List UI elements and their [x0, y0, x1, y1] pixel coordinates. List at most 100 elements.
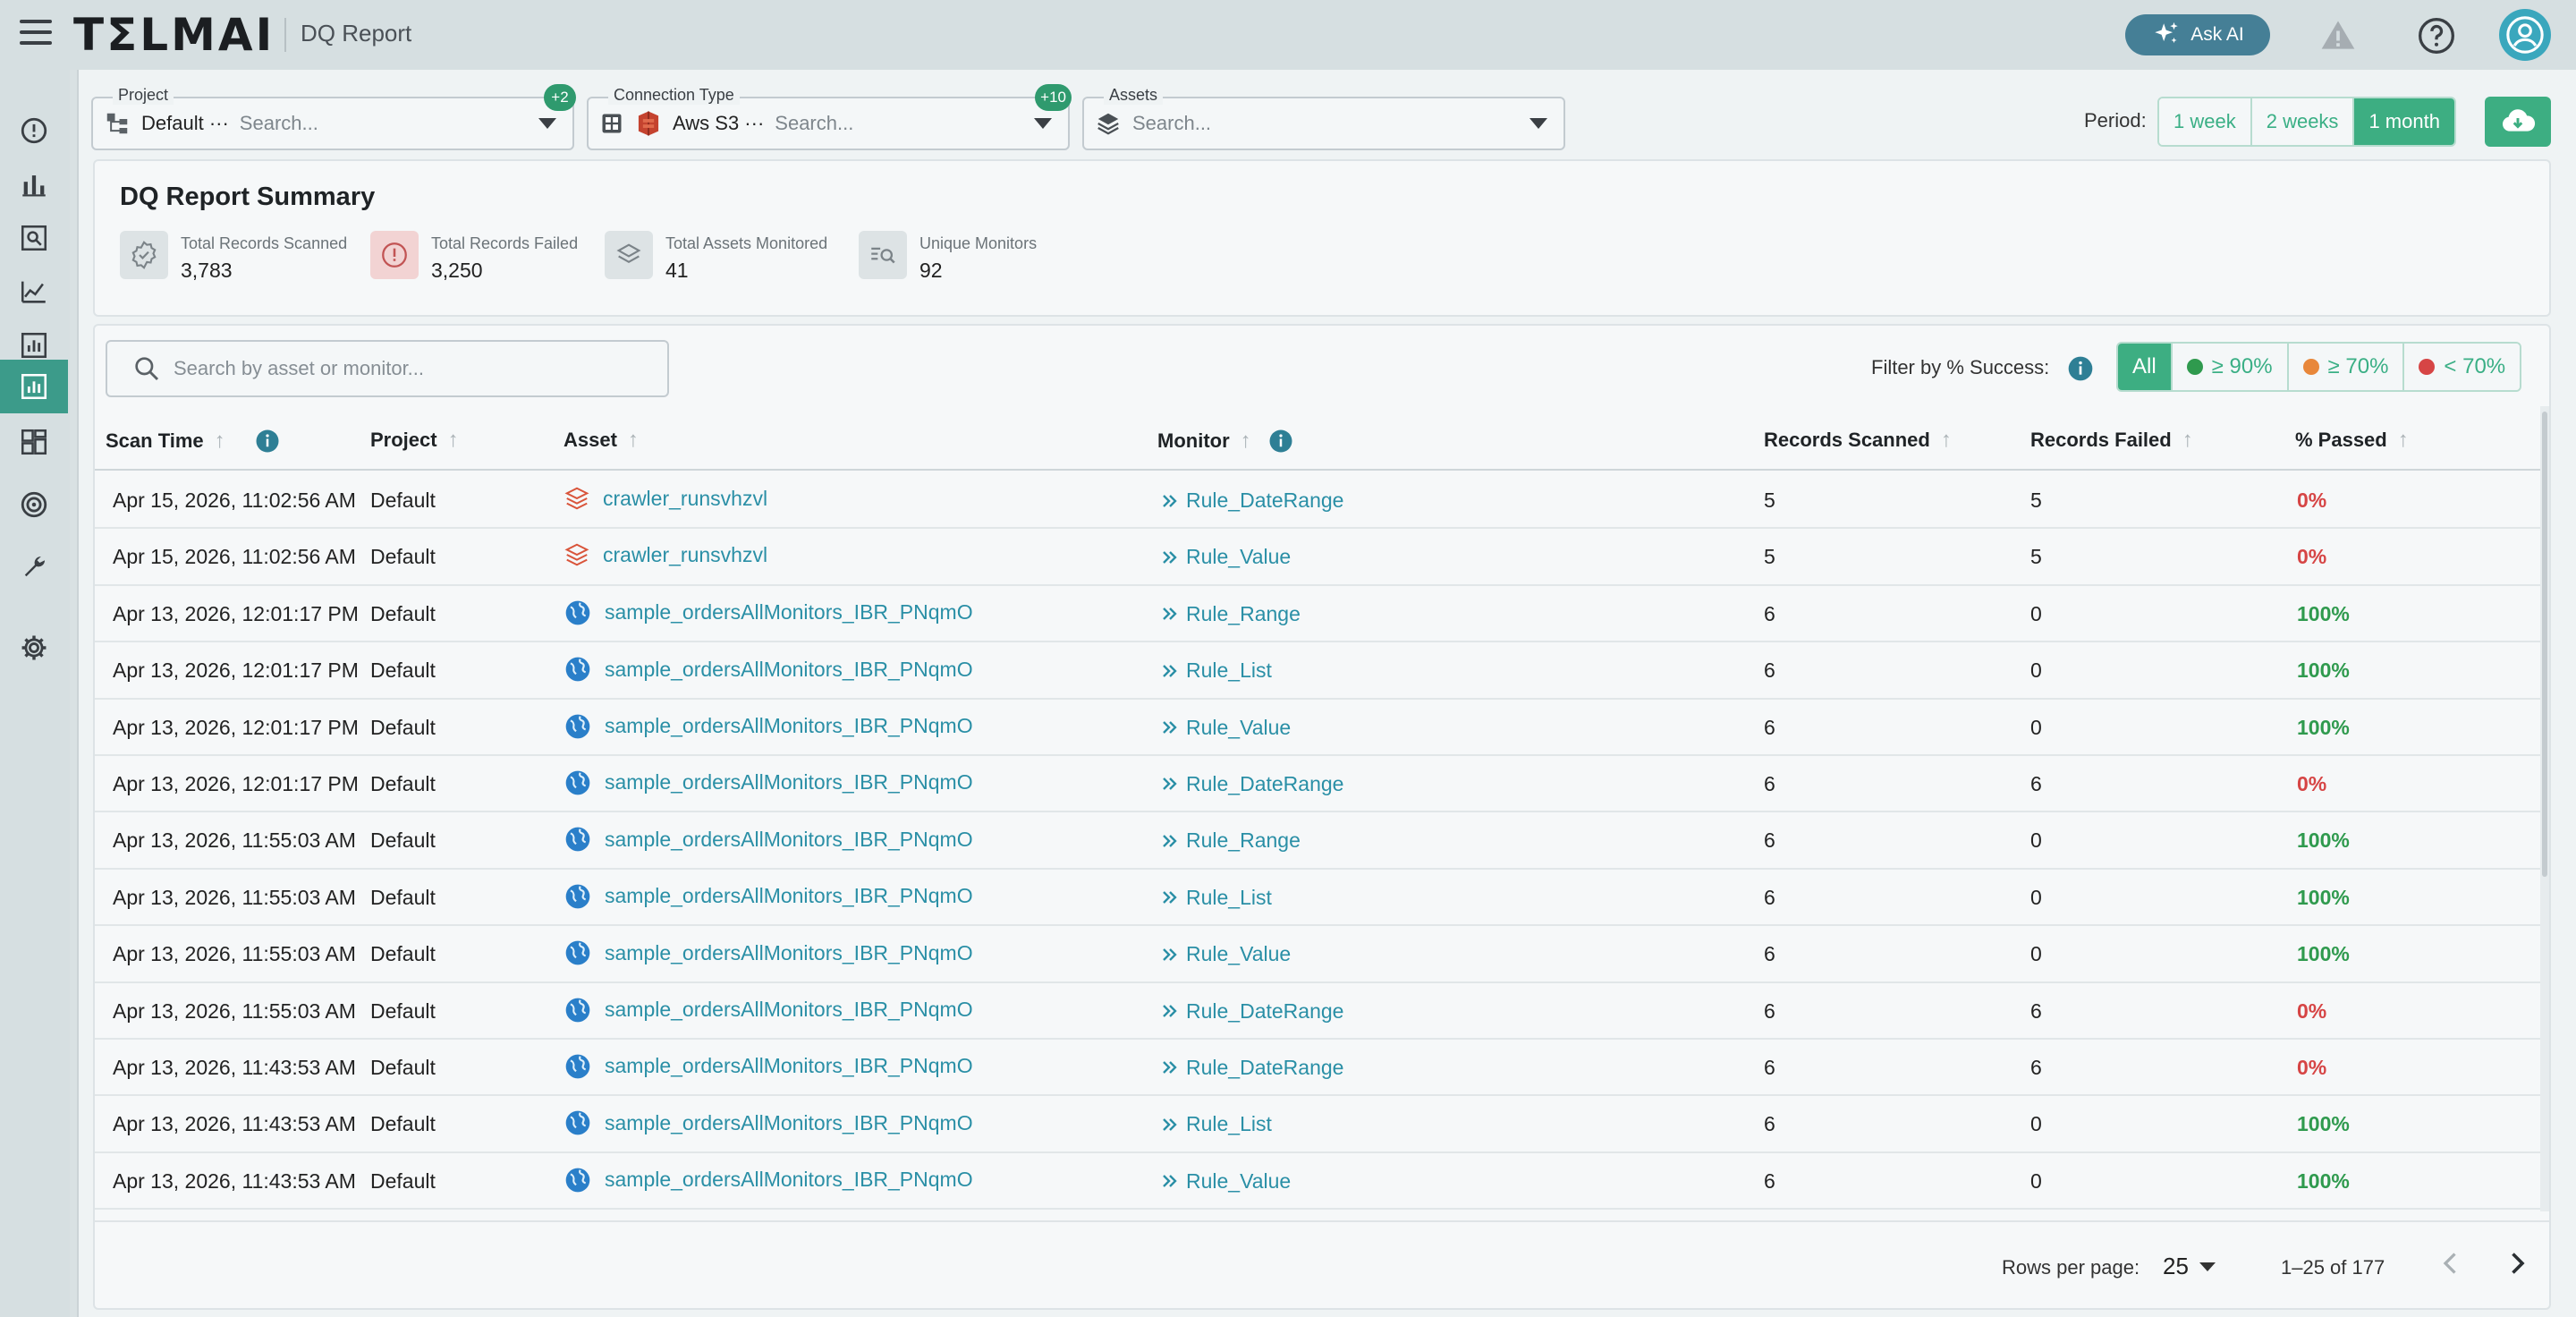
sidebar-item-settings[interactable] [0, 621, 68, 675]
sidebar-item-investigate[interactable] [0, 211, 68, 265]
table-row[interactable]: Apr 13, 2026, 12:01:17 PM Default sample_o… [95, 586, 2549, 643]
cell-asset[interactable]: sample_ordersAllMonitors_IBR_PNqmO [564, 825, 973, 854]
warning-icon[interactable] [2318, 16, 2358, 55]
cell-asset[interactable]: sample_ordersAllMonitors_IBR_PNqmO [564, 882, 973, 911]
chevron-down-icon[interactable] [538, 118, 556, 129]
asset-link[interactable]: sample_ordersAllMonitors_IBR_PNqmO [605, 658, 973, 682]
sidebar-item-trends[interactable] [0, 265, 68, 319]
ask-ai-button[interactable]: Ask AI [2125, 14, 2270, 55]
column-percent-passed[interactable]: % Passed ↑ [2295, 428, 2409, 453]
period-2-weeks[interactable]: 2 weeks [2251, 98, 2355, 145]
cell-asset[interactable]: sample_ordersAllMonitors_IBR_PNqmO [564, 996, 973, 1024]
table-row[interactable]: Apr 15, 2026, 11:02:56 AM Default crawler_… [95, 472, 2549, 530]
assets-filter-search[interactable]: Search... [1132, 112, 1211, 135]
table-row[interactable]: Apr 15, 2026, 11:02:56 AM Default crawler_… [95, 529, 2549, 586]
sidebar-item-alerts[interactable] [0, 104, 68, 157]
monitor-link[interactable]: Rule_DateRange [1186, 489, 1343, 513]
cell-monitor[interactable]: Rule_Range [1159, 602, 1301, 626]
period-1-week[interactable]: 1 week [2159, 98, 2252, 145]
cell-asset[interactable]: sample_ordersAllMonitors_IBR_PNqmO [564, 1166, 973, 1194]
column-asset[interactable]: Asset ↑ [564, 428, 639, 453]
monitor-link[interactable]: Rule_DateRange [1186, 1056, 1343, 1080]
cell-monitor[interactable]: Rule_Value [1159, 1169, 1291, 1194]
cell-asset[interactable]: crawler_runsvhzvl [564, 485, 767, 512]
connection-type-search[interactable]: Search... [775, 112, 853, 135]
cell-asset[interactable]: sample_ordersAllMonitors_IBR_PNqmO [564, 599, 973, 627]
cell-monitor[interactable]: Rule_List [1159, 658, 1272, 683]
sort-arrow-icon[interactable]: ↑ [2398, 428, 2409, 453]
table-search[interactable] [106, 340, 669, 397]
column-project[interactable]: Project ↑ [370, 428, 459, 453]
cell-monitor[interactable]: Rule_List [1159, 1112, 1272, 1136]
column-records-scanned[interactable]: Records Scanned ↑ [1764, 428, 1952, 453]
table-row[interactable]: Apr 13, 2026, 11:43:53 AM Default sample_o… [95, 1096, 2549, 1153]
assets-filter[interactable]: Assets Search... [1082, 86, 1565, 150]
asset-link[interactable]: sample_ordersAllMonitors_IBR_PNqmO [605, 770, 973, 794]
cell-asset[interactable]: sample_ordersAllMonitors_IBR_PNqmO [564, 655, 973, 684]
cell-monitor[interactable]: Rule_DateRange [1159, 772, 1343, 796]
monitor-link[interactable]: Rule_DateRange [1186, 772, 1343, 796]
previous-page-button[interactable] [2435, 1247, 2467, 1284]
sidebar-item-dq-report[interactable] [0, 360, 68, 413]
sort-arrow-icon[interactable]: ↑ [2182, 428, 2193, 453]
monitor-link[interactable]: Rule_Value [1186, 1169, 1291, 1194]
project-filter[interactable]: Project +2 Default ··· Search... [91, 84, 576, 150]
table-row[interactable]: Apr 13, 2026, 12:01:17 PM Default sample_o… [95, 700, 2549, 756]
rows-per-page-select[interactable]: 25 [2163, 1253, 2216, 1280]
filter-under-70[interactable]: < 70% [2404, 344, 2521, 390]
chevron-down-icon[interactable] [1034, 118, 1052, 129]
info-icon[interactable] [254, 428, 281, 455]
asset-link[interactable]: sample_ordersAllMonitors_IBR_PNqmO [605, 1054, 973, 1078]
period-1-month[interactable]: 1 month [2354, 98, 2454, 145]
asset-link[interactable]: sample_ordersAllMonitors_IBR_PNqmO [605, 714, 973, 738]
monitor-link[interactable]: Rule_DateRange [1186, 999, 1343, 1024]
download-button[interactable] [2485, 97, 2551, 147]
asset-link[interactable]: sample_ordersAllMonitors_IBR_PNqmO [605, 998, 973, 1022]
table-row[interactable]: Apr 13, 2026, 11:43:53 AM Default sample_o… [95, 1153, 2549, 1211]
table-scrollbar-thumb[interactable] [2542, 412, 2547, 877]
sort-arrow-icon[interactable]: ↑ [628, 428, 639, 453]
monitor-link[interactable]: Rule_List [1186, 1112, 1272, 1136]
sort-arrow-icon[interactable]: ↑ [448, 428, 459, 453]
monitor-link[interactable]: Rule_List [1186, 886, 1272, 910]
asset-link[interactable]: sample_ordersAllMonitors_IBR_PNqmO [605, 1168, 973, 1192]
app-logo[interactable]: TΣLMAI [73, 9, 275, 61]
cell-asset[interactable]: sample_ordersAllMonitors_IBR_PNqmO [564, 712, 973, 741]
monitor-link[interactable]: Rule_Range [1186, 602, 1301, 626]
cell-monitor[interactable]: Rule_Range [1159, 828, 1301, 853]
table-row[interactable]: Apr 13, 2026, 11:55:03 AM Default sample_o… [95, 926, 2549, 983]
column-scan-time[interactable]: Scan Time ↑ [106, 428, 281, 455]
cell-asset[interactable]: sample_ordersAllMonitors_IBR_PNqmO [564, 1109, 973, 1137]
cell-monitor[interactable]: Rule_Value [1159, 942, 1291, 966]
table-row[interactable]: Apr 13, 2026, 12:01:17 PM Default sample_o… [95, 756, 2549, 813]
sort-arrow-icon[interactable]: ↑ [215, 429, 225, 454]
sidebar-item-analytics[interactable] [0, 157, 68, 211]
info-icon[interactable] [1267, 428, 1294, 455]
sidebar-item-tools[interactable] [0, 540, 68, 594]
asset-link[interactable]: sample_ordersAllMonitors_IBR_PNqmO [605, 884, 973, 908]
asset-link[interactable]: sample_ordersAllMonitors_IBR_PNqmO [605, 1111, 973, 1135]
project-filter-search[interactable]: Search... [240, 112, 318, 135]
filter-70[interactable]: ≥ 70% [2288, 344, 2405, 390]
cell-asset[interactable]: sample_ordersAllMonitors_IBR_PNqmO [564, 939, 973, 967]
sidebar-item-monitors[interactable] [0, 478, 68, 531]
cell-asset[interactable]: sample_ordersAllMonitors_IBR_PNqmO [564, 769, 973, 797]
connection-type-filter[interactable]: Connection Type +10 Aws S3 ··· Search... [587, 84, 1072, 150]
next-page-button[interactable] [2501, 1247, 2533, 1284]
table-row[interactable]: Apr 13, 2026, 11:55:03 AM Default sample_o… [95, 812, 2549, 870]
asset-link[interactable]: crawler_runsvhzvl [603, 487, 767, 511]
monitor-link[interactable]: Rule_Value [1186, 942, 1291, 966]
help-icon[interactable] [2417, 16, 2456, 55]
asset-link[interactable]: sample_ordersAllMonitors_IBR_PNqmO [605, 600, 973, 625]
sort-arrow-icon[interactable]: ↑ [1241, 429, 1251, 454]
column-records-failed[interactable]: Records Failed ↑ [2030, 428, 2193, 453]
filter-90[interactable]: ≥ 90% [2172, 344, 2289, 390]
table-row[interactable]: Apr 13, 2026, 11:55:03 AM Default sample_o… [95, 983, 2549, 1040]
cell-asset[interactable]: sample_ordersAllMonitors_IBR_PNqmO [564, 1052, 973, 1081]
cell-monitor[interactable]: Rule_DateRange [1159, 999, 1343, 1024]
cell-monitor[interactable]: Rule_List [1159, 886, 1272, 910]
asset-link[interactable]: crawler_runsvhzvl [603, 543, 767, 567]
chevron-down-icon[interactable] [1530, 118, 1547, 129]
asset-link[interactable]: sample_ordersAllMonitors_IBR_PNqmO [605, 828, 973, 852]
table-search-input[interactable] [174, 357, 657, 380]
